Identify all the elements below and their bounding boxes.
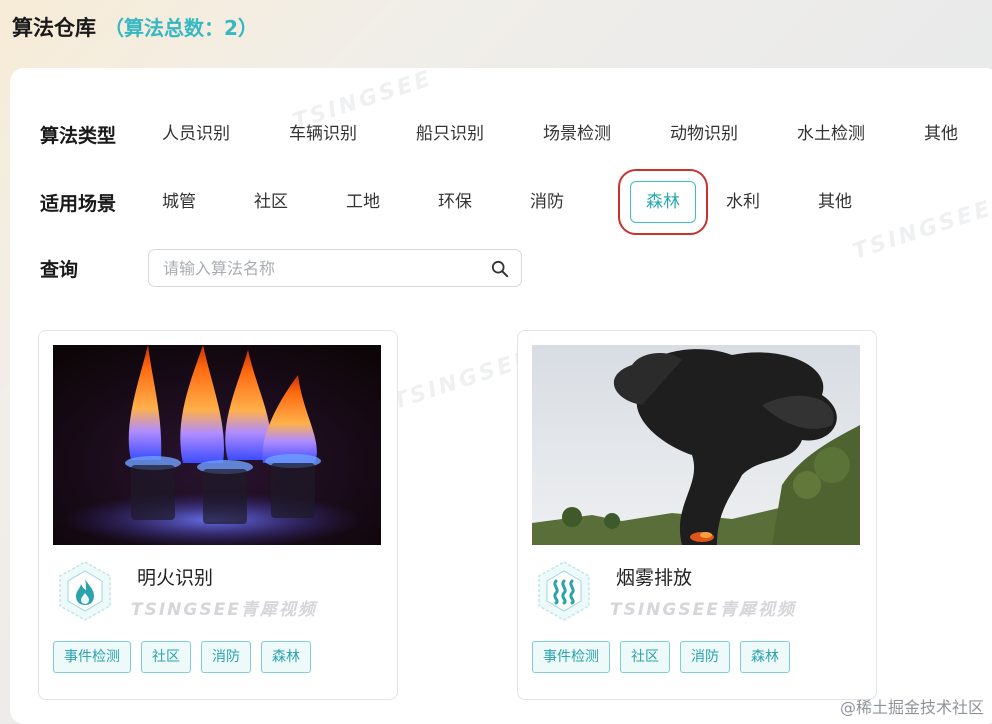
smoke-icon [538, 561, 590, 621]
page-header: 算法仓库 （算法总数：2） [12, 12, 258, 46]
filter-label-type: 算法类型 [40, 124, 117, 147]
filter-type-animal[interactable]: 动物识别 [670, 114, 797, 154]
filter-scene-construction[interactable]: 工地 [346, 182, 438, 222]
search-input[interactable] [149, 250, 521, 286]
flame-image [53, 345, 381, 545]
scene-filter-list: 城管 社区 工地 环保 消防 森林 水利 其他 [162, 169, 910, 235]
filter-scene-environment[interactable]: 环保 [438, 182, 530, 222]
filter-row-type: 算法类型 人员识别 车辆识别 船只识别 场景检测 动物识别 水土检测 其他 [40, 114, 992, 154]
main-panel: TSINGSEE TSINGSEE TSINGSEE 算法类型 人员识别 车辆识… [10, 66, 992, 724]
filter-scene-urban[interactable]: 城管 [162, 182, 254, 222]
flame-icon [59, 561, 111, 621]
filter-scene-fire[interactable]: 消防 [530, 182, 622, 222]
filter-type-vehicle[interactable]: 车辆识别 [289, 114, 416, 154]
card-title: 明火识别 [137, 567, 214, 589]
card-watermark: TSINGSEE青犀视频 [131, 600, 317, 620]
card-watermark: TSINGSEE青犀视频 [610, 600, 796, 620]
filter-label-scene: 适用场景 [40, 192, 117, 215]
filter-type-scene[interactable]: 场景检测 [543, 114, 670, 154]
search-box [148, 249, 522, 287]
tag: 社区 [141, 641, 191, 673]
search-label: 查询 [40, 258, 79, 281]
background-watermark: TSINGSEE [389, 346, 536, 415]
tag-list: 事件检测 社区 消防 森林 [532, 641, 790, 673]
tag: 事件检测 [53, 641, 131, 673]
search-icon[interactable] [491, 260, 509, 278]
algorithm-card[interactable]: 烟雾排放 TSINGSEE青犀视频 事件检测 社区 消防 森林 [517, 330, 877, 700]
filter-scene-other[interactable]: 其他 [818, 182, 910, 222]
type-filter-list: 人员识别 车辆识别 船只识别 场景检测 动物识别 水土检测 其他 [162, 114, 992, 154]
tag: 消防 [680, 641, 730, 673]
filter-scene-community[interactable]: 社区 [254, 182, 346, 222]
filter-type-other[interactable]: 其他 [924, 114, 992, 154]
tag: 消防 [201, 641, 251, 673]
filter-type-water-soil[interactable]: 水土检测 [797, 114, 924, 154]
filter-row-scene: 适用场景 城管 社区 工地 环保 消防 森林 水利 其他 [40, 169, 910, 235]
filter-type-ship[interactable]: 船只识别 [416, 114, 543, 154]
filter-scene-forest[interactable]: 森林 [618, 169, 708, 235]
source-credit: @稀土掘金技术社区 [839, 698, 984, 717]
tag: 社区 [620, 641, 670, 673]
algorithm-count: （算法总数：2） [104, 16, 258, 40]
search-row: 查询 [40, 248, 522, 288]
card-title: 烟雾排放 [616, 567, 693, 589]
filter-type-person[interactable]: 人员识别 [162, 114, 289, 154]
filter-scene-water[interactable]: 水利 [726, 182, 818, 222]
tag: 事件检测 [532, 641, 610, 673]
tag: 森林 [740, 641, 790, 673]
tag: 森林 [261, 641, 311, 673]
algorithm-card[interactable]: 明火识别 TSINGSEE青犀视频 事件检测 社区 消防 森林 [38, 330, 398, 700]
tag-list: 事件检测 社区 消防 森林 [53, 641, 311, 673]
page-title: 算法仓库 [12, 16, 96, 40]
smoke-image [532, 345, 860, 545]
